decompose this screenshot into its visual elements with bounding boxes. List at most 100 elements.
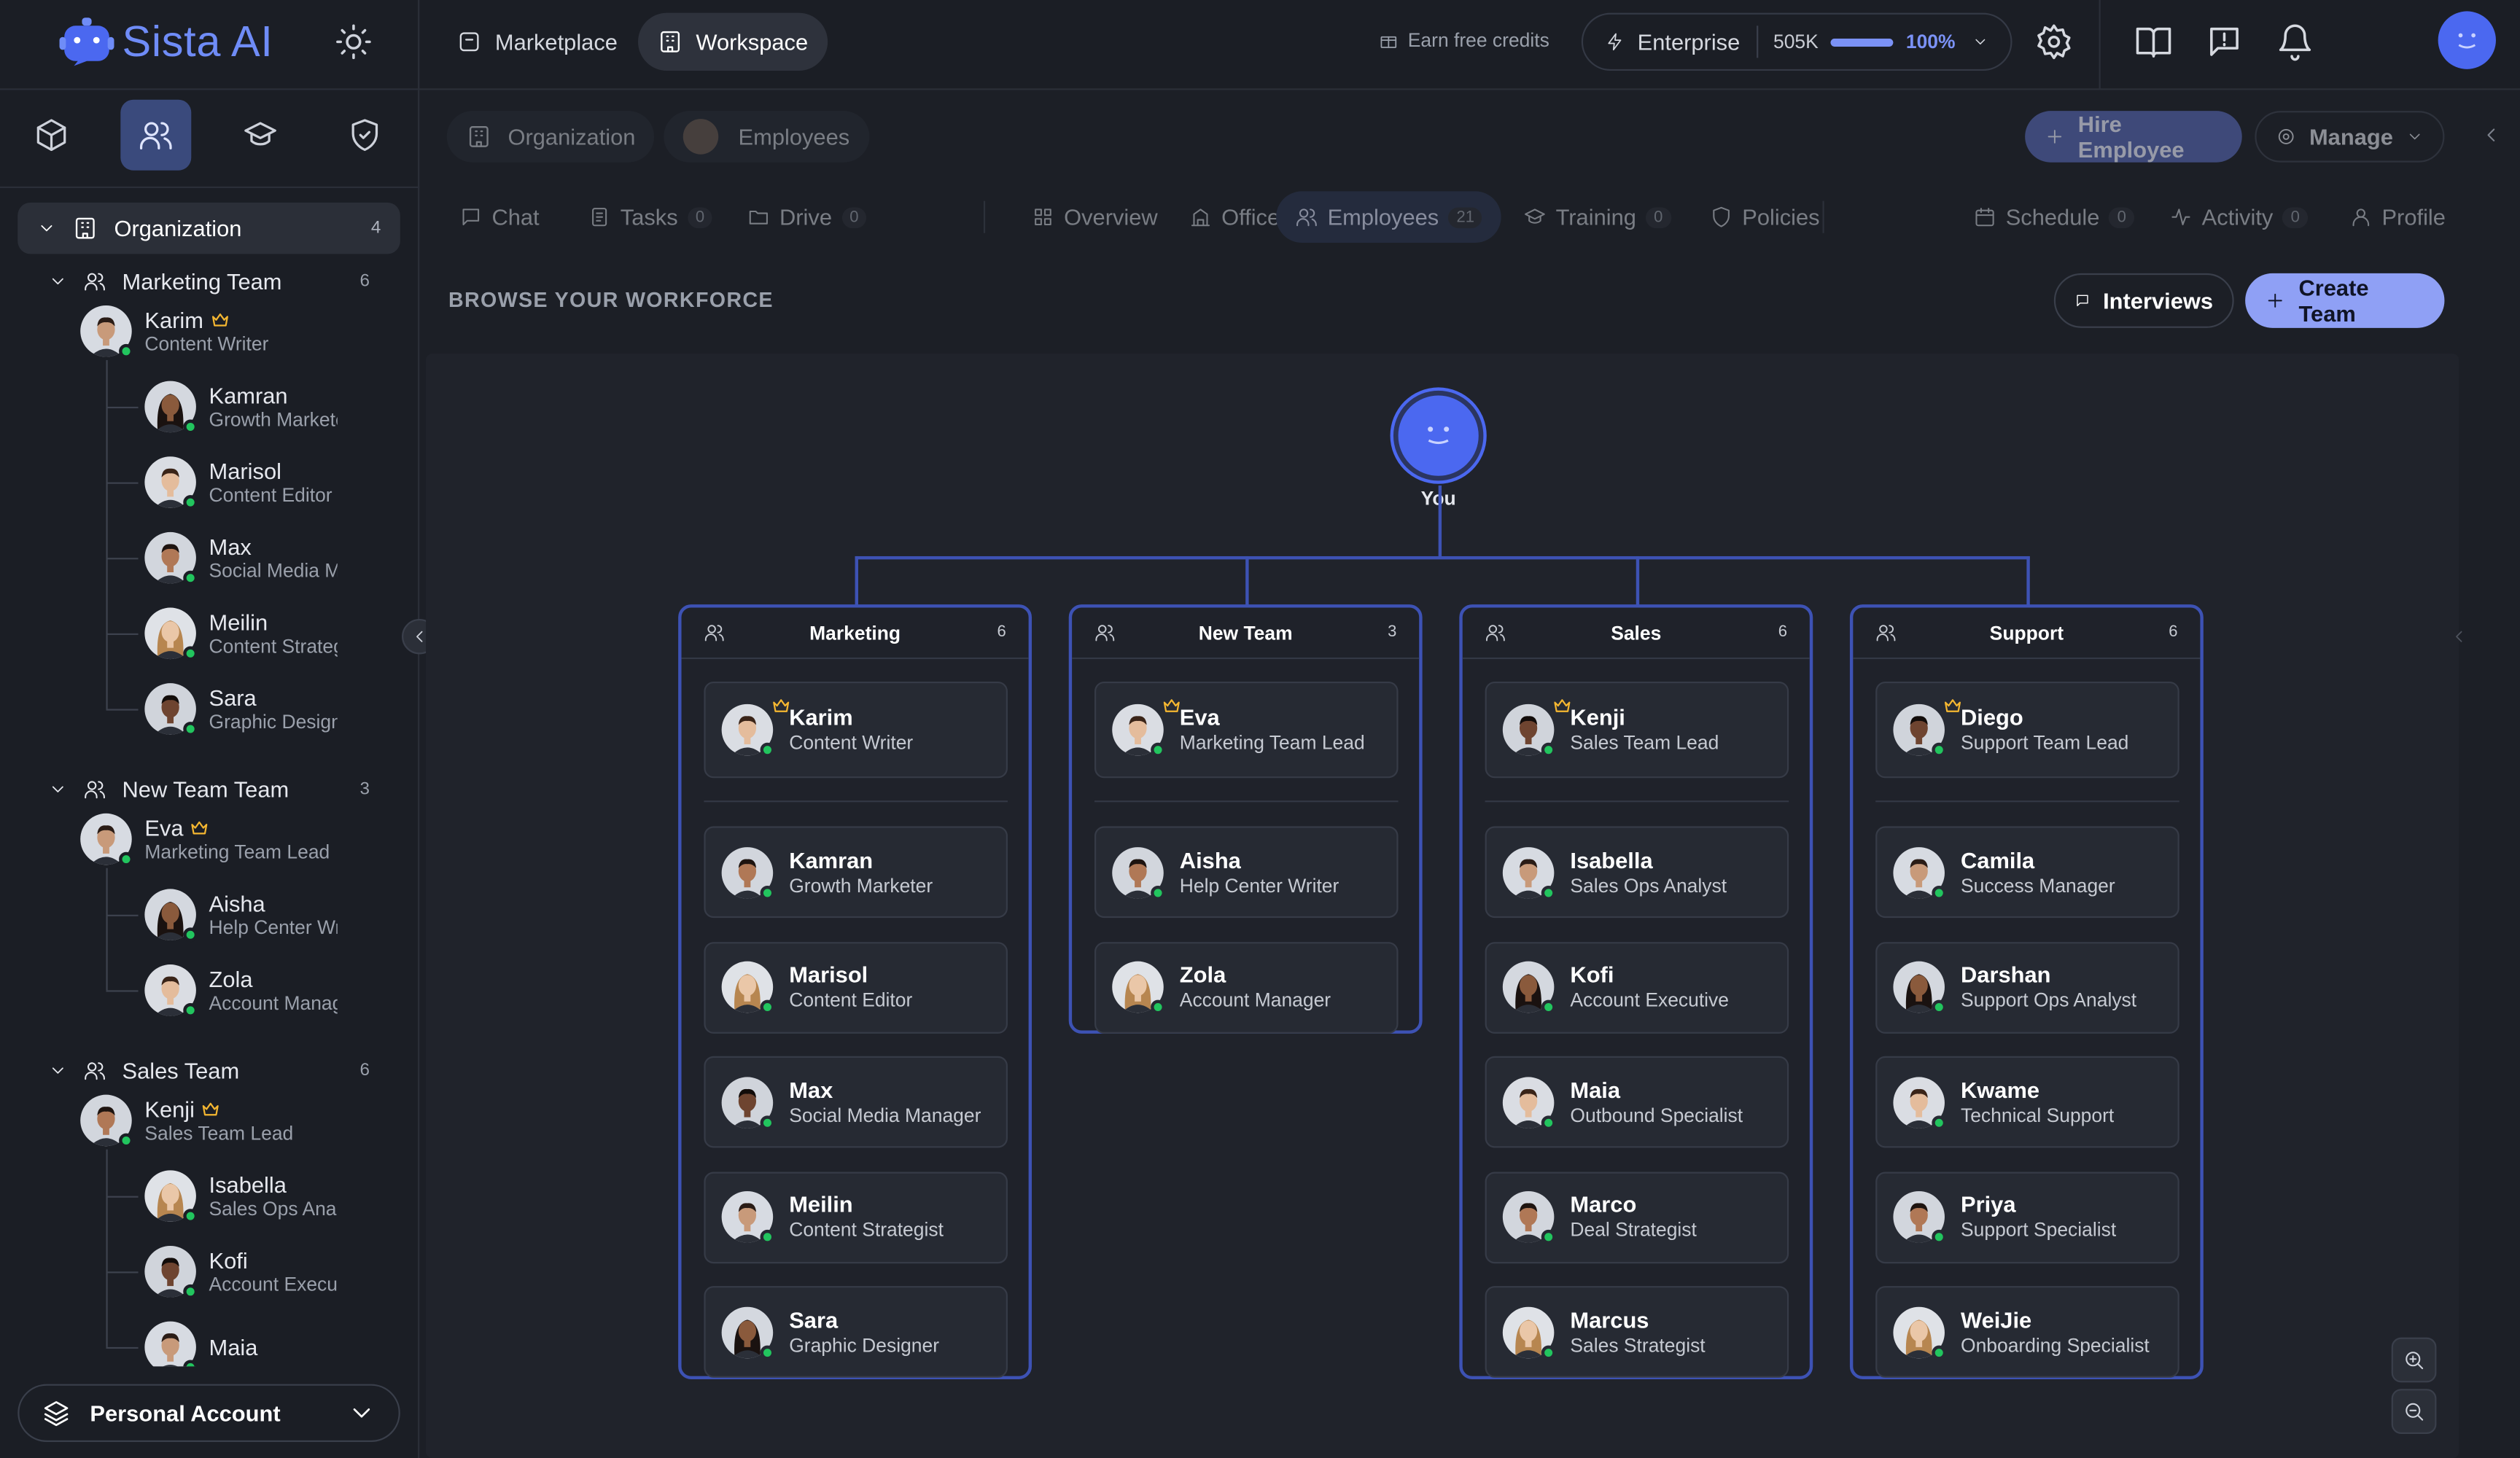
org-tree: Organization 4 Marketing Team 6 Karim Co [0, 199, 418, 1367]
create-team-button[interactable]: Create Team [2245, 273, 2445, 328]
plan-usage-selector[interactable]: Enterprise 505K 100% [1581, 12, 2012, 71]
employee-card[interactable]: Kamran Growth Marketer [704, 826, 1008, 919]
hire-employee-button[interactable]: Hire Employee [2025, 111, 2242, 163]
sidebar-tab-employees[interactable] [120, 99, 192, 171]
manage-button[interactable]: Manage [2255, 111, 2445, 163]
crumb-employees[interactable]: Employees [664, 111, 869, 163]
tab-tasks[interactable]: Tasks 0 [569, 191, 731, 243]
tree-employee[interactable]: Meilin Content Strategist [144, 604, 338, 662]
team-name: Support [1989, 621, 2064, 644]
employee-role: Account Executive [209, 1273, 338, 1296]
you-avatar[interactable] [1393, 390, 1484, 481]
sidebar-tab-policies[interactable] [330, 100, 400, 171]
employee-card[interactable]: Marisol Content Editor [704, 941, 1008, 1033]
tab-employees[interactable]: Employees 21 [1276, 191, 1502, 243]
employee-card[interactable]: Maia Outbound Specialist [1485, 1056, 1789, 1148]
crumb-organization[interactable]: Organization [446, 111, 655, 163]
employee-card[interactable]: Kofi Account Executive [1485, 941, 1789, 1033]
chevron-down-icon [52, 786, 63, 792]
tree-employee[interactable]: Max Social Media Manager [144, 529, 338, 586]
employee-card[interactable]: Priya Support Specialist [1875, 1171, 2179, 1263]
tree-team[interactable]: Sales Team 6 [48, 1053, 402, 1088]
tree-employee[interactable]: Kamran Growth Marketer [144, 378, 338, 435]
tree-employee[interactable]: Marisol Content Editor [144, 453, 337, 511]
tab-profile[interactable]: Profile [2330, 191, 2465, 243]
employee-name: Marisol [789, 961, 868, 987]
user-avatar[interactable] [2438, 11, 2496, 69]
interviews-label: Interviews [2103, 287, 2214, 313]
employee-card-lead[interactable]: Eva Marketing Team Lead [1094, 681, 1399, 779]
tree-employee[interactable]: Sara Graphic Designer [144, 680, 338, 738]
earn-credits-link[interactable]: Earn free credits [1379, 29, 1549, 52]
avatar [80, 813, 133, 867]
employee-card[interactable]: Kwame Technical Support [1875, 1056, 2179, 1148]
employee-card[interactable]: Marcus Sales Strategist [1485, 1286, 1789, 1378]
employee-card-lead[interactable]: Karim Content Writer [704, 681, 1008, 779]
team-card[interactable]: Support 6 Diego Support Team Lead Camila… [1849, 604, 2204, 1379]
nav-marketplace[interactable]: Marketplace [438, 13, 637, 71]
employee-card[interactable]: Darshan Support Ops Analyst [1875, 941, 2179, 1033]
employee-name: Kamran [789, 846, 874, 873]
employee-name: Aisha [1179, 846, 1241, 873]
employee-card[interactable]: Isabella Sales Ops Analyst [1485, 826, 1789, 919]
tree-employee[interactable]: Eva Marketing Team Lead [80, 810, 402, 868]
canvas-collapse-button[interactable] [2449, 627, 2475, 652]
tab-training[interactable]: Training 0 [1504, 191, 1690, 243]
tree-employee[interactable]: Kofi Account Executive [144, 1243, 338, 1301]
tree-team[interactable]: New Team Team 3 [48, 771, 402, 807]
tree-organization-label: Organization [114, 215, 242, 241]
tab-chat[interactable]: Chat [440, 191, 559, 243]
employee-role: Sales Ops Analyst [1570, 873, 1727, 897]
employee-card[interactable]: Camila Success Manager [1875, 826, 2179, 919]
sidebar-tab-products[interactable] [16, 100, 87, 171]
settings-button[interactable] [2034, 23, 2073, 61]
tree-employee[interactable]: Aisha Help Center Writer [144, 886, 338, 943]
credits-amount: 505K [1773, 30, 1819, 53]
employee-card[interactable]: Sara Graphic Designer [704, 1286, 1008, 1378]
tree-employee[interactable]: Zola Account Manager [144, 962, 338, 1019]
nav-workspace[interactable]: Workspace [638, 12, 828, 71]
notifications-button[interactable] [2276, 23, 2314, 61]
tab-label: Profile [2381, 204, 2446, 230]
tree-organization[interactable]: Organization 4 [18, 202, 400, 254]
tab-overview[interactable]: Overview [1013, 191, 1178, 243]
team-card[interactable]: Sales 6 Kenji Sales Team Lead Isabella S… [1459, 604, 1813, 1379]
employee-card[interactable]: Meilin Content Strategist [704, 1171, 1008, 1263]
employee-card-lead[interactable]: Diego Support Team Lead [1875, 681, 2179, 779]
team-card[interactable]: New Team 3 Eva Marketing Team Lead Aisha… [1068, 604, 1423, 1034]
employee-name: Max [209, 534, 252, 560]
team-card[interactable]: Marketing 6 Karim Content Writer Kamran … [678, 604, 1032, 1379]
team-name: Sales [1611, 621, 1662, 644]
employee-card[interactable]: Aisha Help Center Writer [1094, 826, 1399, 919]
tree-employee[interactable]: Isabella Sales Ops Analyst [144, 1167, 338, 1225]
main-content: Organization Employees Hire Employee Man… [421, 92, 2520, 1458]
collapse-right-panel-button[interactable] [2480, 124, 2505, 149]
personal-account-selector[interactable]: Personal Account [18, 1384, 400, 1442]
employee-card-lead[interactable]: Kenji Sales Team Lead [1485, 681, 1789, 779]
avatar [1502, 846, 1556, 900]
theme-toggle-button[interactable] [334, 23, 373, 61]
zoom-in-button[interactable] [2391, 1337, 2437, 1383]
logo[interactable]: Sista AI [58, 13, 273, 71]
tab-activity[interactable]: Activity 0 [2150, 191, 2327, 243]
tree-team[interactable]: Marketing Team 6 [48, 264, 402, 300]
building-icon [75, 217, 95, 239]
employee-card[interactable]: Marco Deal Strategist [1485, 1171, 1789, 1263]
docs-button[interactable] [2134, 23, 2173, 61]
tab-schedule[interactable]: Schedule 0 [1954, 191, 2153, 243]
sidebar-tab-training[interactable] [225, 100, 296, 171]
tab-policies[interactable]: Policies [1691, 191, 1839, 243]
employee-card[interactable]: Zola Account Manager [1094, 941, 1399, 1033]
tree-employee[interactable]: Kenji Sales Team Lead [80, 1091, 402, 1149]
employee-card[interactable]: WeiJie Onboarding Specialist [1875, 1286, 2179, 1378]
interviews-button[interactable]: Interviews [2053, 273, 2234, 328]
feedback-button[interactable] [2205, 23, 2244, 61]
zoom-out-button[interactable] [2391, 1389, 2437, 1434]
employee-role: Deal Strategist [1570, 1218, 1697, 1241]
page-title: BROWSE YOUR WORKFORCE [448, 287, 774, 312]
tree-employee[interactable]: Maia [144, 1318, 337, 1367]
tree-team-label: Sales Team [122, 1057, 240, 1084]
tree-employee[interactable]: Karim Content Writer [80, 303, 402, 360]
tab-drive[interactable]: Drive 0 [728, 191, 886, 243]
employee-card[interactable]: Max Social Media Manager [704, 1056, 1008, 1148]
